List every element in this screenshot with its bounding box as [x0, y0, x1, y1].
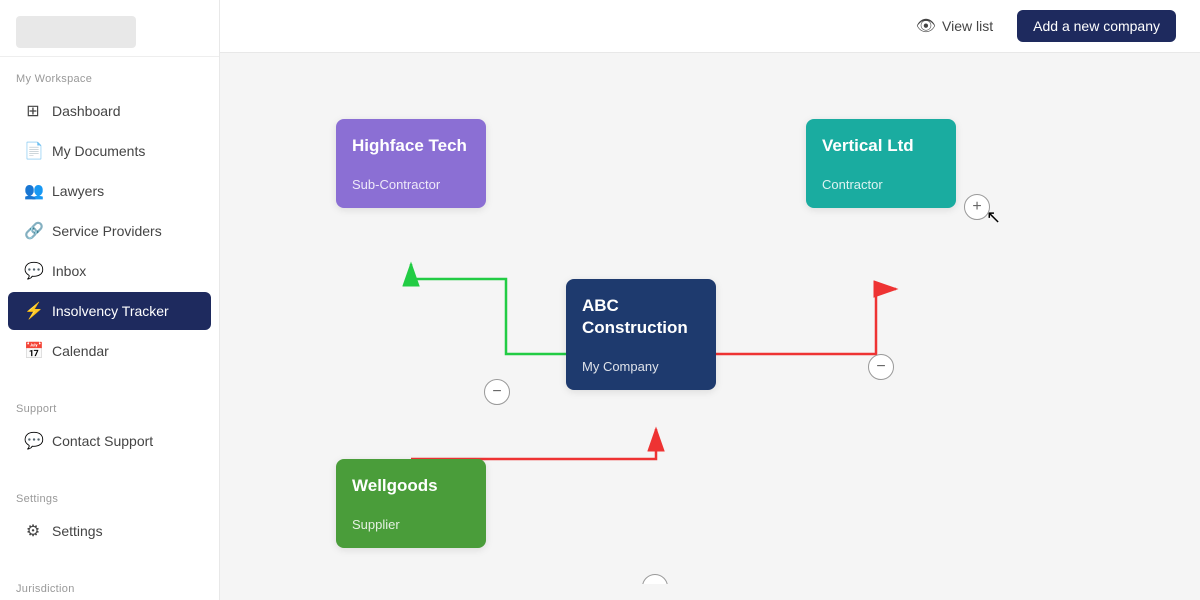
node-wellgoods-title: Wellgoods	[352, 475, 470, 497]
add-connection-vertical-button[interactable]: +	[964, 194, 990, 220]
settings-icon: ⚙	[24, 521, 42, 541]
sidebar-item-my-documents[interactable]: 📄 My Documents	[8, 132, 211, 170]
add-company-label: Add a new company	[1033, 18, 1160, 34]
node-highface[interactable]: Highface Tech Sub-Contractor	[336, 119, 486, 208]
sidebar-item-calendar[interactable]: 📅 Calendar	[8, 332, 211, 370]
sidebar-item-label: Service Providers	[52, 223, 162, 239]
sidebar-item-inbox[interactable]: 💬 Inbox	[8, 252, 211, 290]
minus-icon: −	[876, 359, 885, 375]
canvas-area: Highface Tech Sub-Contractor ABC Constru…	[236, 69, 1184, 584]
support-icon: 💬	[24, 431, 42, 451]
minus-icon: −	[650, 579, 659, 584]
view-list-button[interactable]: 👁 View list	[904, 10, 1005, 42]
node-vertical[interactable]: Vertical Ltd Contractor	[806, 119, 956, 208]
sidebar-item-label: My Documents	[52, 143, 145, 159]
remove-connection-wellgoods-button[interactable]: −	[642, 574, 668, 584]
main-content: 👁 View list Add a new company	[220, 0, 1200, 600]
inbox-icon: 💬	[24, 261, 42, 281]
sidebar-item-label: Lawyers	[52, 183, 104, 199]
view-list-label: View list	[942, 18, 993, 34]
workspace-label: My Workspace	[0, 57, 219, 91]
sidebar-top	[0, 0, 219, 57]
settings-label: Settings	[0, 477, 219, 511]
node-highface-title: Highface Tech	[352, 135, 470, 157]
node-wellgoods-subtitle: Supplier	[352, 517, 470, 532]
sidebar-item-label: Inbox	[52, 263, 86, 279]
lawyers-icon: 👥	[24, 181, 42, 201]
add-company-button[interactable]: Add a new company	[1017, 10, 1176, 42]
sidebar-item-insolvency-tracker[interactable]: ⚡ Insolvency Tracker	[8, 292, 211, 330]
node-abc-title: ABC Construction	[582, 295, 700, 339]
minus-icon: −	[492, 384, 501, 400]
node-wellgoods[interactable]: Wellgoods Supplier	[336, 459, 486, 548]
logo	[16, 16, 136, 48]
topbar: 👁 View list Add a new company	[220, 0, 1200, 53]
node-vertical-subtitle: Contractor	[822, 177, 940, 192]
node-abc-subtitle: My Company	[582, 359, 700, 374]
sidebar-item-label: Calendar	[52, 343, 109, 359]
document-icon: 📄	[24, 141, 42, 161]
sidebar-item-label: Settings	[52, 523, 103, 539]
node-abc[interactable]: ABC Construction My Company	[566, 279, 716, 390]
remove-connection-vertical-button[interactable]: −	[868, 354, 894, 380]
dashboard-icon: ⊞	[24, 101, 42, 121]
remove-connection-highface-button[interactable]: −	[484, 379, 510, 405]
plus-icon: +	[972, 199, 981, 215]
support-label: Support	[0, 387, 219, 421]
sidebar-item-label: Insolvency Tracker	[52, 303, 169, 319]
sidebar-item-lawyers[interactable]: 👥 Lawyers	[8, 172, 211, 210]
sidebar: My Workspace ⊞ Dashboard 📄 My Documents …	[0, 0, 220, 600]
jurisdiction-label: Jurisdiction	[0, 567, 219, 600]
sidebar-item-contact-support[interactable]: 💬 Contact Support	[8, 422, 211, 460]
eye-icon: 👁	[916, 16, 936, 36]
sidebar-item-service-providers[interactable]: 🔗 Service Providers	[8, 212, 211, 250]
service-providers-icon: 🔗	[24, 221, 42, 241]
sidebar-item-settings[interactable]: ⚙ Settings	[8, 512, 211, 550]
sidebar-item-label: Contact Support	[52, 433, 153, 449]
sidebar-item-dashboard[interactable]: ⊞ Dashboard	[8, 92, 211, 130]
node-vertical-title: Vertical Ltd	[822, 135, 940, 157]
insolvency-icon: ⚡	[24, 301, 42, 321]
calendar-icon: 📅	[24, 341, 42, 361]
node-highface-subtitle: Sub-Contractor	[352, 177, 470, 192]
sidebar-item-label: Dashboard	[52, 103, 121, 119]
